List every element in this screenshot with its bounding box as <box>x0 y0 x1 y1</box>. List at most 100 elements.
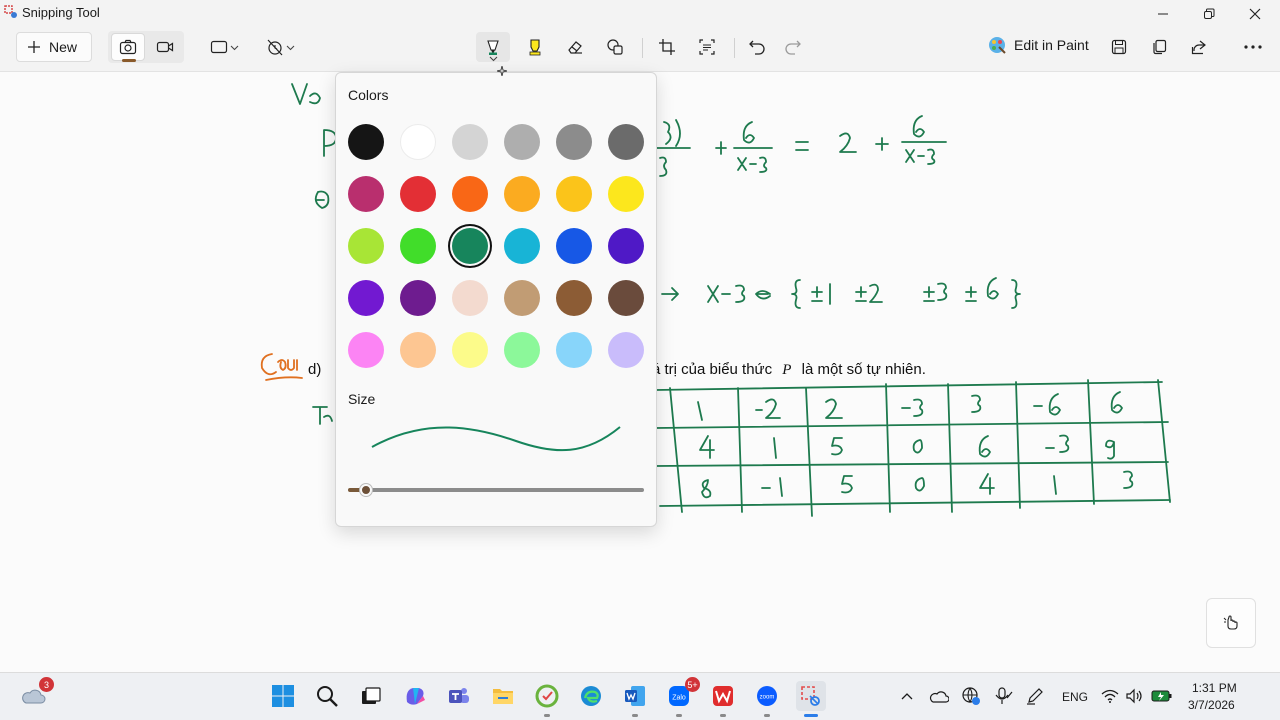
zalo-button[interactable]: Zalo 5+ <box>664 677 700 717</box>
crop-button[interactable] <box>650 32 684 62</box>
text-actions-button[interactable] <box>690 32 724 62</box>
color-swatch[interactable] <box>556 176 592 212</box>
svg-text:Zalo: Zalo <box>672 695 686 702</box>
highlighter-button[interactable] <box>518 32 552 62</box>
search-button[interactable] <box>312 681 342 711</box>
battery-tray[interactable] <box>1148 681 1176 711</box>
color-swatch[interactable] <box>608 332 644 368</box>
color-swatch[interactable] <box>556 124 592 160</box>
color-swatch[interactable] <box>452 176 488 212</box>
color-swatch[interactable] <box>452 280 488 316</box>
color-swatch[interactable] <box>452 124 488 160</box>
more-options-button[interactable] <box>1238 32 1268 62</box>
task-view-button[interactable] <box>356 681 386 711</box>
color-swatch[interactable] <box>452 332 488 368</box>
copy-icon <box>1153 39 1167 55</box>
cell-r3-5 <box>841 475 853 494</box>
color-swatch[interactable] <box>504 124 540 160</box>
shapes-button[interactable] <box>598 32 632 62</box>
undo-button[interactable] <box>740 32 774 62</box>
new-button[interactable]: New <box>16 32 92 62</box>
handwriting-voi <box>291 83 321 105</box>
no-timer-icon <box>267 39 282 56</box>
pen-menu-tray[interactable] <box>1022 681 1048 711</box>
cell-r1-6 <box>1110 391 1123 414</box>
color-swatch[interactable] <box>400 332 436 368</box>
color-swatch[interactable] <box>504 176 540 212</box>
color-swatch[interactable] <box>400 280 436 316</box>
start-button[interactable] <box>268 681 298 711</box>
snipping-tool-icon <box>4 5 17 18</box>
snipping-tool-icon <box>801 686 820 706</box>
close-button[interactable] <box>1232 0 1278 28</box>
cell-r2-1 <box>773 437 777 459</box>
handwriting-pm3 <box>923 282 948 302</box>
teams-icon <box>449 688 469 703</box>
network-tray[interactable] <box>958 681 984 711</box>
color-swatch[interactable] <box>400 176 436 212</box>
color-swatch[interactable] <box>348 280 384 316</box>
input-language[interactable]: ENG <box>1062 690 1088 704</box>
color-swatch[interactable] <box>608 228 644 264</box>
wps-button[interactable] <box>708 681 738 717</box>
copy-button[interactable] <box>1144 32 1174 62</box>
redo-button[interactable] <box>776 32 810 62</box>
color-swatch[interactable] <box>504 228 540 264</box>
color-swatch[interactable] <box>504 332 540 368</box>
clock-time[interactable]: 1:31 PM <box>1192 681 1237 695</box>
color-swatch[interactable] <box>504 280 540 316</box>
volume-tray[interactable] <box>1122 681 1146 711</box>
part-d-label: d) <box>308 361 322 378</box>
color-swatch[interactable] <box>556 228 592 264</box>
wifi-tray[interactable] <box>1098 681 1122 711</box>
color-swatch[interactable] <box>608 176 644 212</box>
microphone-tray[interactable] <box>990 681 1016 711</box>
save-button[interactable] <box>1104 32 1134 62</box>
clock-date[interactable]: 3/7/2026 <box>1188 698 1235 712</box>
show-hidden-icons-button[interactable] <box>894 681 920 711</box>
snip-shape-dropdown[interactable] <box>204 32 244 62</box>
cell-r3-1 <box>1053 475 1057 495</box>
color-swatch[interactable] <box>556 280 592 316</box>
color-swatch[interactable] <box>348 332 384 368</box>
share-button[interactable] <box>1184 32 1214 62</box>
pen-icon <box>487 40 499 55</box>
app-button-green[interactable] <box>532 681 562 717</box>
color-swatch[interactable] <box>348 124 384 160</box>
color-swatch[interactable] <box>452 228 488 264</box>
edge-button[interactable] <box>576 681 606 711</box>
color-swatch[interactable] <box>556 332 592 368</box>
color-swatch[interactable] <box>608 280 644 316</box>
size-slider-track[interactable] <box>365 488 644 492</box>
handwriting-x-3b <box>905 148 936 165</box>
color-swatch[interactable] <box>348 176 384 212</box>
teams-button[interactable] <box>444 681 474 711</box>
touch-handwriting-button[interactable] <box>1206 598 1256 648</box>
highlighter-icon <box>529 39 541 56</box>
color-swatch[interactable] <box>400 124 436 160</box>
delay-dropdown[interactable] <box>260 32 300 62</box>
zoom-button[interactable]: zoom <box>752 681 782 717</box>
size-slider-thumb[interactable] <box>359 484 372 496</box>
title-bar: Snipping Tool <box>0 0 1280 28</box>
word-button[interactable] <box>620 681 650 717</box>
video-mode-button[interactable] <box>148 33 182 61</box>
cell-r1-3 <box>971 394 982 413</box>
copilot-button[interactable] <box>400 681 430 711</box>
color-swatch[interactable] <box>400 228 436 264</box>
zalo-badge: 5+ <box>685 677 700 692</box>
snipping-tool-taskbar-button[interactable] <box>796 681 826 717</box>
onedrive-tray[interactable] <box>926 681 952 711</box>
restore-button[interactable] <box>1186 0 1232 28</box>
color-swatch[interactable] <box>608 124 644 160</box>
screenshot-mode-button[interactable] <box>111 33 145 62</box>
file-explorer-button[interactable] <box>488 681 518 711</box>
globe-icon <box>962 687 980 705</box>
eraser-button[interactable] <box>558 32 592 62</box>
cell-r2-9 <box>1105 439 1115 460</box>
cell-r2-6 <box>978 435 991 458</box>
color-swatch[interactable] <box>348 228 384 264</box>
edit-in-paint-button[interactable]: Edit in Paint <box>988 36 1089 54</box>
minimize-button[interactable] <box>1140 0 1186 28</box>
weather-widget[interactable]: 3 <box>18 677 54 711</box>
